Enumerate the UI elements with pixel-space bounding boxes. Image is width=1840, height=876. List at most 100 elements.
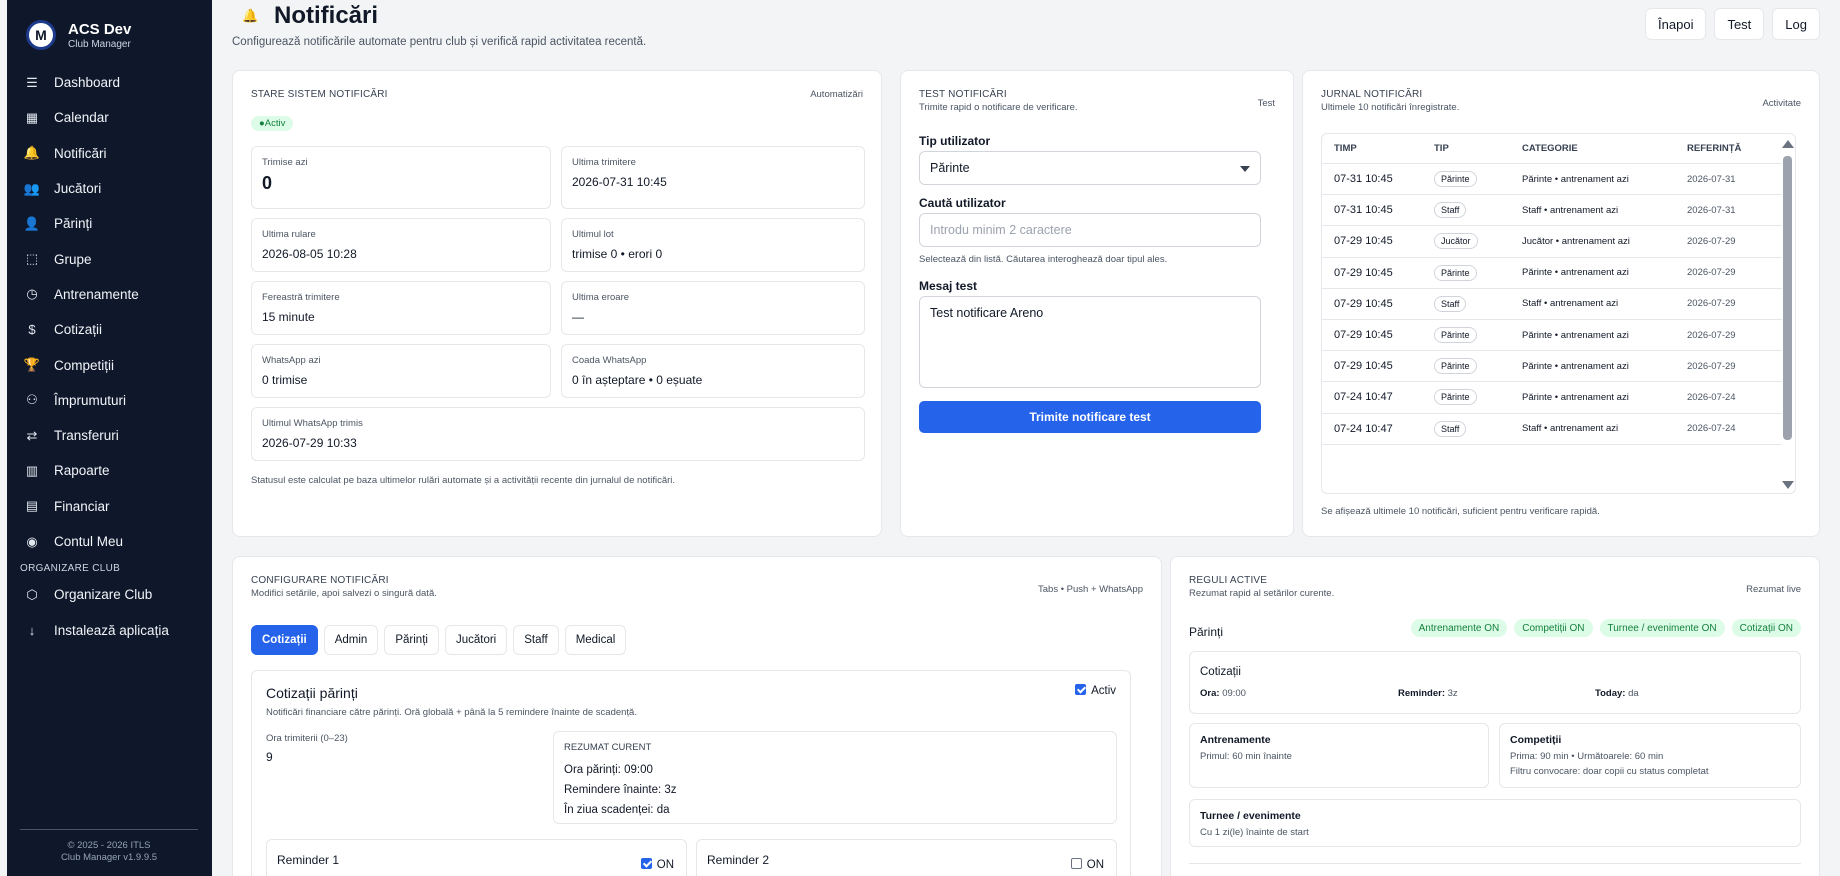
sidebar-item-label: Părinți [54, 216, 93, 232]
journal-right-label: Activitate [1762, 98, 1801, 109]
sidebar-item-notific-ri[interactable]: 🔔 Notificări [22, 136, 202, 171]
journal-note: Se afișează ultimele 10 notificări, sufi… [1321, 506, 1600, 517]
summary-box: REZUMAT CURENT Ora părinți: 09:00 Remind… [553, 731, 1117, 824]
table-header: TIMP TIP CATEGORIE REFERINȚĂ [1322, 134, 1782, 164]
sidebar-item-juc-tori[interactable]: 👥 Jucători [22, 171, 202, 206]
sidebar-item-label: Jucători [54, 181, 102, 197]
cell-reference: 2026-07-29 [1687, 298, 1736, 310]
sidebar-item-p-rin-i[interactable]: 👤 Părinți [22, 206, 202, 241]
stat-sent-today: Trimise azi 0 [251, 146, 551, 209]
cell-category: Staff • antrenament azi [1522, 298, 1619, 310]
table-scrollbar[interactable] [1781, 136, 1794, 491]
sidebar-item-label: Financiar [54, 498, 110, 514]
table-row: 07-29 10:45 Părinte Părinte • antrenament … [1322, 351, 1782, 383]
send-test-button[interactable]: Trimite notificare test [919, 401, 1261, 433]
cell-category: Jucător • antrenament azi [1522, 235, 1630, 247]
journal-table: TIMP TIP CATEGORIE REFERINȚĂ 07-31 10:45… [1321, 133, 1796, 494]
table-row: 07-29 10:45 Jucător Jucător • antrenament … [1322, 226, 1782, 258]
table-row: 07-24 10:47 Părinte Părinte • antrenament … [1322, 382, 1782, 414]
stat-last-sent: Ultima trimitere 2026-07-31 10:45 [561, 146, 865, 209]
hour-field[interactable]: 9 [266, 750, 273, 764]
sidebar-item-label: Rapoarte [54, 463, 110, 479]
bell-icon: 🔔 [242, 8, 259, 23]
test-subtitle: Trimite rapid o notificare de verificare… [919, 102, 1078, 113]
search-hint: Selectează din listă. Căutarea interoghe… [919, 254, 1168, 265]
sidebar-item-label: Transferuri [54, 428, 119, 444]
sidebar-item-dashboard[interactable]: ☰ Dashboard [22, 65, 202, 100]
sidebar-item-transferuri[interactable]: ⇄ Transferuri [22, 418, 202, 453]
file-icon: ▤ [25, 498, 39, 514]
cell-category: Părinte • antrenament azi [1522, 329, 1629, 341]
tab-staff[interactable]: Staff [513, 625, 559, 655]
sidebar-item-financiar[interactable]: ▤ Financiar [22, 489, 202, 524]
reminder-2-toggle[interactable]: ON [1070, 858, 1104, 871]
status-card: STARE SISTEM NOTIFICĂRI Automatizări ●Ac… [232, 70, 882, 537]
reminder-1-toggle[interactable]: ON [640, 858, 674, 871]
active-toggle[interactable]: Activ [1075, 684, 1116, 697]
test-right-label: Test [1257, 98, 1275, 109]
cell-time: 07-29 10:45 [1334, 360, 1393, 373]
rule-pill: Cotizații ON [1731, 619, 1801, 637]
sidebar-item-grupe[interactable]: ⬚ Grupe [22, 241, 202, 276]
user-type-select[interactable]: Părinte [919, 151, 1261, 185]
search-user-input[interactable]: Introdu minim 2 caractere [919, 213, 1261, 247]
sidebar-item-cotiza-ii[interactable]: $ Cotizații [22, 312, 202, 347]
sidebar-item--mprumuturi[interactable]: ⚇ Împrumuturi [22, 383, 202, 418]
rules-group-title: Părinți [1189, 625, 1224, 639]
test-card: TEST NOTIFICĂRI Trimite rapid o notifica… [900, 70, 1294, 537]
cell-category: Staff • antrenament azi [1522, 204, 1619, 216]
back-button[interactable]: Înapoi [1645, 8, 1707, 40]
sidebar-item-label: Organizare Club [54, 587, 153, 603]
scroll-down-icon[interactable] [1782, 481, 1794, 489]
journal-card: JURNAL NOTIFICĂRI Ultimele 10 notificări… [1302, 70, 1820, 537]
app-version: Club Manager v1.9.9.5 [60, 852, 158, 863]
scroll-thumb[interactable] [1783, 156, 1792, 440]
cell-time: 07-24 10:47 [1334, 422, 1393, 435]
sidebar-item-label: Grupe [54, 251, 92, 267]
tab-medical[interactable]: Medical [564, 625, 627, 655]
type-badge: Părinte [1434, 171, 1477, 188]
tab-cotizatii[interactable]: Cotizații [251, 625, 318, 655]
rule-pill: Antrenamente ON [1410, 619, 1508, 637]
status-note: Statusul este calculat pe baza ultimelor… [251, 475, 676, 486]
config-right-label: Tabs • Push + WhatsApp [1038, 584, 1143, 595]
cell-reference: 2026-07-29 [1687, 329, 1736, 341]
rules-right-label: Rezumat live [1746, 584, 1801, 595]
tab-admin[interactable]: Admin [323, 625, 379, 655]
status-right-label: Automatizări [810, 89, 863, 100]
test-button[interactable]: Test [1714, 8, 1765, 40]
sidebar-item-label: Antrenamente [54, 286, 139, 302]
sidebar: M ACS Dev Club Manager ☰ Dashboard ▦ Calend… [0, 0, 212, 876]
reminder-1-checkbox[interactable] [640, 858, 652, 870]
table-row: 07-29 10:45 Staff Staff • antrenament azi 2… [1322, 289, 1782, 320]
sidebar-item-contul-meu[interactable]: ◉ Contul Meu [22, 524, 202, 559]
reminder-2-checkbox[interactable] [1070, 858, 1082, 870]
scroll-up-icon[interactable] [1782, 140, 1794, 148]
test-heading: TEST NOTIFICĂRI [919, 89, 1007, 100]
cell-time: 07-29 10:45 [1334, 266, 1393, 279]
log-button[interactable]: Log [1772, 8, 1820, 40]
tab-jucatori[interactable]: Jucători [444, 625, 508, 655]
sidebar-item-label: Dashboard [54, 75, 121, 91]
sidebar-item-rapoarte[interactable]: ▥ Rapoarte [22, 453, 202, 488]
tab-parinti[interactable]: Părinți [384, 625, 439, 655]
sidebar-item-instaleaz-aplica-ia[interactable]: ↓ Instalează aplicația [22, 612, 202, 647]
account-icon: ◉ [26, 533, 38, 549]
config-subtitle: Modifici setările, apoi salvezi o singur… [251, 588, 437, 599]
sidebar-item-label: Împrumuturi [54, 392, 127, 408]
sidebar-item-competi-ii[interactable]: 🏆 Competiții [22, 347, 202, 382]
sidebar-item-antrenamente[interactable]: ◷ Antrenamente [22, 277, 202, 312]
journal-subtitle: Ultimele 10 notificări înregistrate. [1321, 102, 1460, 113]
brand[interactable]: M ACS Dev Club Manager [26, 20, 131, 50]
reminder-1: Reminder 1 ON [266, 839, 687, 876]
table-row: 07-24 10:47 Staff Staff • antrenament azi 2… [1322, 414, 1782, 445]
test-message-textarea[interactable]: Test notificare Areno [919, 296, 1261, 388]
cell-reference: 2026-07-29 [1687, 267, 1736, 279]
sidebar-section-label: ORGANIZARE CLUB [20, 562, 121, 574]
sidebar-item-calendar[interactable]: ▦ Calendar [22, 100, 202, 135]
sidebar-item-organizare-club[interactable]: ⬡ Organizare Club [22, 577, 202, 612]
shield-icon: ⬡ [26, 586, 38, 602]
active-checkbox[interactable] [1075, 684, 1087, 696]
rule-competitii: Competiții Prima: 90 min • Următoarele: … [1499, 723, 1801, 788]
cotizatii-panel: Cotizații părinți Activ Notificări finan… [251, 670, 1131, 876]
